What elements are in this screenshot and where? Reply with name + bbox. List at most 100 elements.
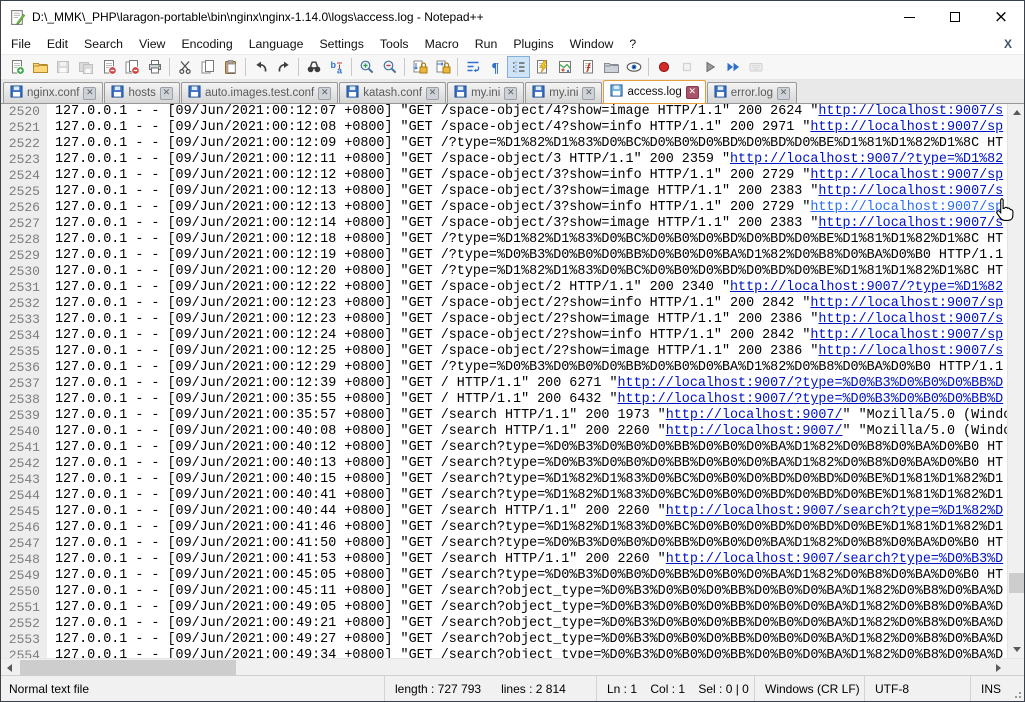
playback-macro-icon[interactable] <box>698 56 721 78</box>
sync-scroll-vertical-icon[interactable] <box>408 56 431 78</box>
menubar-close-document-icon[interactable]: X <box>1004 37 1012 51</box>
word-wrap-icon[interactable] <box>461 56 484 78</box>
line-number: 2548 <box>1 552 40 568</box>
copy-icon[interactable] <box>196 56 219 78</box>
referrer-link[interactable]: http://localhost:9007/s <box>818 184 1003 199</box>
referrer-link[interactable]: http://localhost:9007/?type=%D1%82 <box>730 280 1003 295</box>
menu-view[interactable]: View <box>131 35 173 53</box>
tab-hosts[interactable]: hosts✕ <box>104 82 180 103</box>
menu-language[interactable]: Language <box>241 35 312 53</box>
tab-close-icon[interactable]: ✕ <box>83 87 96 100</box>
run-macro-multiple-icon[interactable] <box>721 56 744 78</box>
menu-file[interactable]: File <box>3 35 39 53</box>
referrer-link[interactable]: http://localhost:9007/s <box>818 312 1003 327</box>
log-line: 127.0.0.1 - - [09/Jun/2021:00:12:23 +080… <box>55 312 1007 328</box>
referrer-link[interactable]: http://localhost:9007/s <box>818 216 1003 231</box>
referrer-link[interactable]: http://localhost:9007/sp <box>810 120 1003 135</box>
referrer-link[interactable]: http://localhost:9007/search?type=%D1%82… <box>666 504 1004 519</box>
referrer-link[interactable]: http://localhost:9007/?type=%D0%B3%D0%B0… <box>618 392 1004 407</box>
show-all-characters-icon[interactable]: ¶ <box>484 56 507 78</box>
tab-close-icon[interactable]: ✕ <box>318 87 331 100</box>
tab-close-icon[interactable]: ✕ <box>160 87 173 100</box>
tab-katash.conf[interactable]: katash.conf✕ <box>339 82 446 103</box>
close-button[interactable]: × <box>978 1 1024 33</box>
menu-edit[interactable]: Edit <box>39 35 76 53</box>
define-language-icon[interactable] <box>530 56 553 78</box>
tab-close-icon[interactable]: ✕ <box>504 87 517 100</box>
referrer-link[interactable]: http://localhost:9007/?type=%D0%B3%D0%B0… <box>618 376 1004 391</box>
replace-icon[interactable]: ba <box>325 56 348 78</box>
resize-grip[interactable] <box>1010 676 1024 701</box>
minimize-button[interactable] <box>886 1 932 33</box>
log-text: 127.0.0.1 - - [09/Jun/2021:00:12:23 +080… <box>55 296 810 311</box>
text-editor[interactable]: 127.0.0.1 - - [09/Jun/2021:00:12:07 +080… <box>47 104 1007 658</box>
referrer-link[interactable]: http://localhost:9007/sp <box>810 296 1003 311</box>
referrer-link[interactable]: http://localhost:9007/?type=%D1%82 <box>730 152 1003 167</box>
document-map-icon[interactable] <box>553 56 576 78</box>
tab-nginx.conf[interactable]: nginx.conf✕ <box>3 82 103 103</box>
referrer-link[interactable]: http://localhost:9007/sp <box>810 168 1003 183</box>
horizontal-scroll-track[interactable] <box>18 659 990 675</box>
menu-window[interactable]: Window <box>562 35 622 53</box>
status-insert-mode[interactable]: INS <box>970 676 1010 701</box>
cut-icon[interactable] <box>173 56 196 78</box>
tab-close-icon[interactable]: ✕ <box>582 87 595 100</box>
record-macro-icon[interactable] <box>652 56 675 78</box>
redo-icon[interactable] <box>272 56 295 78</box>
line-number: 2550 <box>1 584 40 600</box>
log-line: 127.0.0.1 - - [09/Jun/2021:00:12:14 +080… <box>55 216 1007 232</box>
tab-error.log[interactable]: error.log✕ <box>707 82 797 103</box>
tab-auto.images.test.conf[interactable]: auto.images.test.conf✕ <box>181 82 338 103</box>
scroll-left-arrow[interactable] <box>1 659 18 676</box>
referrer-link[interactable]: http://localhost:9007/s <box>818 344 1003 359</box>
horizontal-scrollbar-thumb[interactable] <box>20 660 236 675</box>
function-list-icon[interactable] <box>576 56 599 78</box>
menu-run[interactable]: Run <box>467 35 506 53</box>
vertical-scrollbar[interactable] <box>1007 104 1024 658</box>
scroll-up-arrow[interactable] <box>1008 104 1024 121</box>
horizontal-scrollbar[interactable] <box>1 658 1024 675</box>
open-file-icon[interactable] <box>28 56 51 78</box>
sync-scroll-horizontal-icon[interactable] <box>431 56 454 78</box>
paste-icon[interactable] <box>219 56 242 78</box>
status-encoding[interactable]: UTF-8 <box>864 676 970 701</box>
menu-macro[interactable]: Macro <box>417 35 467 53</box>
zoom-in-icon[interactable] <box>355 56 378 78</box>
vertical-scrollbar-thumb[interactable] <box>1009 573 1024 593</box>
referrer-link[interactable]: http://localhost:9007/search?type=%D0%B3… <box>666 552 1004 567</box>
tab-my.ini[interactable]: my.ini✕ <box>447 82 524 103</box>
tab-access.log[interactable]: access.log✕ <box>603 80 705 104</box>
menu-encoding[interactable]: Encoding <box>173 35 240 53</box>
referrer-link[interactable]: http://localhost:9007/ <box>666 424 843 439</box>
line-number: 2534 <box>1 328 40 344</box>
find-icon[interactable] <box>302 56 325 78</box>
zoom-out-icon[interactable] <box>378 56 401 78</box>
close-all-icon[interactable] <box>120 56 143 78</box>
menu-plugins[interactable]: Plugins <box>505 35 561 53</box>
referrer-link[interactable]: http://localhost:9007/sp <box>810 328 1003 343</box>
tab-close-icon[interactable]: ✕ <box>686 86 699 99</box>
referrer-link[interactable]: http://localhost:9007/ <box>666 408 843 423</box>
log-line: 127.0.0.1 - - [09/Jun/2021:00:12:24 +080… <box>55 328 1007 344</box>
monitoring-icon[interactable] <box>622 56 645 78</box>
maximize-button[interactable] <box>932 1 978 33</box>
scroll-down-arrow[interactable] <box>1008 641 1024 658</box>
scroll-right-arrow[interactable] <box>990 659 1007 676</box>
referrer-link[interactable]: http://localhost:9007/s <box>818 104 1003 119</box>
menu-tools[interactable]: Tools <box>372 35 417 53</box>
menu-settings[interactable]: Settings <box>311 35 371 53</box>
menu-search[interactable]: Search <box>76 35 131 53</box>
tab-close-icon[interactable]: ✕ <box>777 87 790 100</box>
new-file-icon[interactable] <box>5 56 28 78</box>
log-line: 127.0.0.1 - - [09/Jun/2021:00:41:46 +080… <box>55 520 1007 536</box>
menu-help[interactable]: ? <box>621 35 644 53</box>
tab-close-icon[interactable]: ✕ <box>426 87 439 100</box>
referrer-link-hovered[interactable]: http://localhost:9007/sp <box>810 200 1003 215</box>
undo-icon[interactable] <box>249 56 272 78</box>
print-icon[interactable] <box>143 56 166 78</box>
folder-as-workspace-icon[interactable] <box>599 56 622 78</box>
close-file-icon[interactable] <box>97 56 120 78</box>
status-eol-format[interactable]: Windows (CR LF) <box>754 676 864 701</box>
show-indent-guide-icon[interactable] <box>507 56 530 78</box>
tab-my.ini[interactable]: my.ini✕ <box>525 82 602 103</box>
